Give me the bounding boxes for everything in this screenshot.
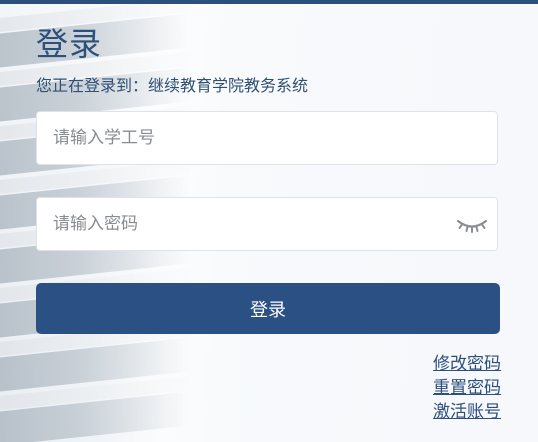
page-title: 登录 (36, 25, 103, 63)
username-field-container (36, 111, 498, 165)
change-password-link[interactable]: 修改密码 (433, 352, 501, 376)
reset-password-link[interactable]: 重置密码 (433, 376, 501, 400)
login-button[interactable]: 登录 (36, 283, 500, 334)
activate-account-link[interactable]: 激活账号 (433, 400, 501, 424)
eye-closed-icon[interactable] (455, 212, 489, 236)
login-target-subtitle: 您正在登录到：继续教育学院教务系统 (36, 76, 309, 95)
account-links: 修改密码 重置密码 激活账号 (433, 352, 501, 424)
top-accent-bar (0, 0, 538, 4)
password-input[interactable] (37, 198, 497, 250)
password-field-container (36, 197, 498, 251)
username-input[interactable] (37, 112, 497, 164)
